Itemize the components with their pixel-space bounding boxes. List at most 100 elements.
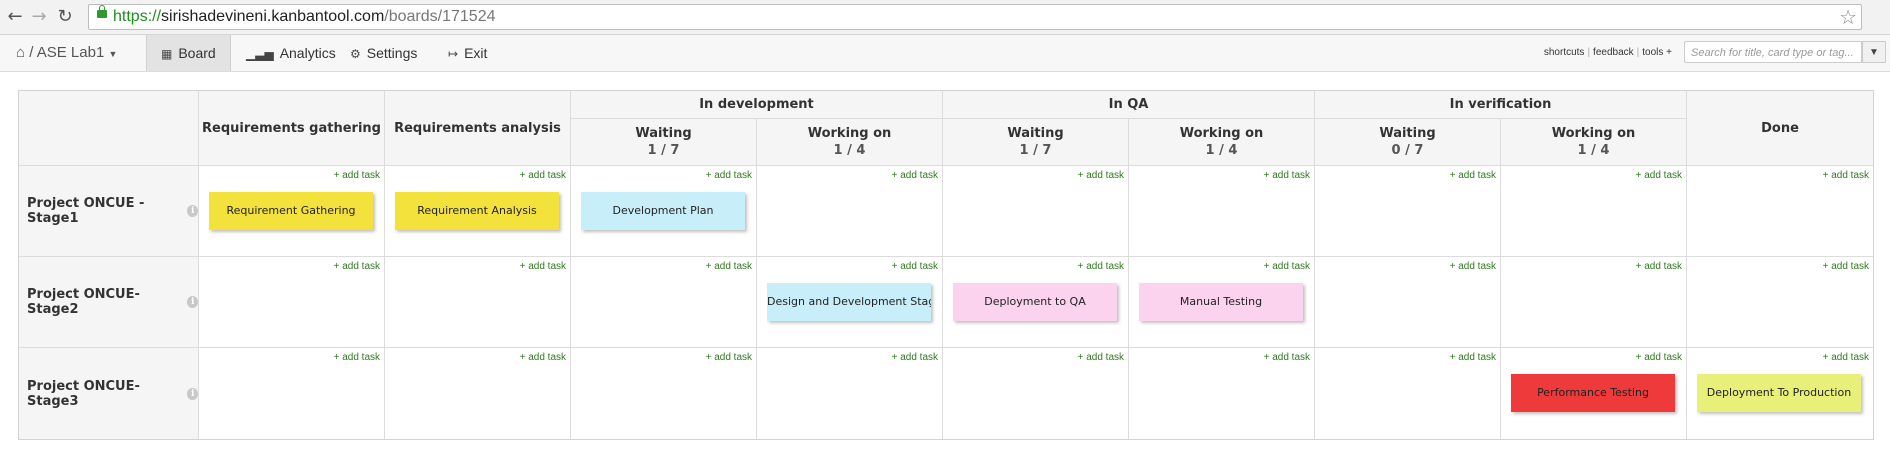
board-cell: + add task: [757, 348, 943, 439]
board-icon: ▦: [161, 47, 173, 61]
address-bar[interactable]: https://sirishadevineni.kanbantool.com/b…: [88, 4, 1862, 30]
add-task-link[interactable]: + add task: [1823, 261, 1869, 272]
corner-header: [19, 91, 199, 166]
tab-board[interactable]: ▦ Board: [146, 35, 231, 71]
add-task-link[interactable]: + add task: [334, 170, 380, 181]
add-task-link[interactable]: + add task: [334, 352, 380, 363]
exit-icon: ↦: [448, 47, 459, 61]
column-header-requirements-analysis[interactable]: Requirements analysis: [385, 91, 571, 166]
tab-settings[interactable]: ⚙ Settings: [336, 35, 431, 71]
tab-analytics[interactable]: ▁▃▅ Analytics: [232, 35, 350, 71]
add-task-link[interactable]: + add task: [1264, 261, 1310, 272]
info-icon[interactable]: i: [187, 296, 198, 308]
board-cell: + add task: [943, 348, 1129, 439]
column-group-in-qa[interactable]: In QA: [943, 91, 1315, 119]
filter-icon[interactable]: ▼: [1862, 41, 1886, 63]
board-cell: + add task: [571, 348, 757, 439]
board-cell: + add task: [1129, 348, 1315, 439]
add-task-link[interactable]: + add task: [1450, 261, 1496, 272]
card-deployment-to-qa[interactable]: Deployment to QA: [953, 283, 1117, 321]
feedback-link[interactable]: feedback: [1593, 47, 1634, 58]
home-icon: ⌂: [16, 44, 26, 61]
column-header-ver-waiting[interactable]: Waiting 0 / 7: [1315, 119, 1501, 166]
swimlane-label-stage3[interactable]: Project ONCUE- Stage3 i: [19, 348, 199, 439]
board-cell: + add task Development Plan: [571, 166, 757, 257]
add-task-link[interactable]: + add task: [520, 352, 566, 363]
add-task-link[interactable]: + add task: [706, 261, 752, 272]
caret-down-icon: ▼: [108, 49, 118, 59]
column-header-qa-working-on[interactable]: Working on 1 / 4: [1129, 119, 1315, 166]
column-group-in-verification[interactable]: In verification: [1315, 91, 1687, 119]
tab-exit[interactable]: ↦ Exit: [434, 35, 501, 71]
card-design-and-development-stage[interactable]: Design and Development Stage: [767, 283, 931, 321]
board-cell: + add task: [385, 348, 571, 439]
add-task-link[interactable]: + add task: [520, 261, 566, 272]
add-task-link[interactable]: + add task: [1636, 170, 1682, 181]
board-cell: + add task Design and Development Stage: [757, 257, 943, 348]
board-cell: + add task: [943, 166, 1129, 257]
info-icon[interactable]: i: [187, 387, 198, 400]
column-header-requirements-gathering[interactable]: Requirements gathering: [199, 91, 385, 166]
board-name: / ASE Lab1: [29, 44, 105, 61]
gear-icon: ⚙: [350, 47, 361, 61]
board-cell: + add task Deployment To Production: [1687, 348, 1873, 439]
board-cell: + add task: [1687, 257, 1873, 348]
add-task-link[interactable]: + add task: [1450, 170, 1496, 181]
add-task-link[interactable]: + add task: [892, 352, 938, 363]
swimlane-label-stage2[interactable]: Project ONCUE- Stage2 i: [19, 257, 199, 348]
board-cell: + add task: [199, 348, 385, 439]
board-cell: + add task: [1687, 166, 1873, 257]
add-task-link[interactable]: + add task: [892, 261, 938, 272]
shortcuts-link[interactable]: shortcuts: [1544, 47, 1585, 58]
url-text: https://sirishadevineni.kanbantool.com/b…: [113, 8, 496, 25]
add-task-link[interactable]: + add task: [1264, 352, 1310, 363]
card-development-plan[interactable]: Development Plan: [581, 192, 745, 230]
board-cell: + add task: [757, 166, 943, 257]
search-input[interactable]: Search for title, card type or tag...: [1684, 41, 1862, 63]
board-cell: + add task: [1315, 257, 1501, 348]
board-cell: + add task Requirement Gathering: [199, 166, 385, 257]
add-task-link[interactable]: + add task: [1636, 352, 1682, 363]
add-task-link[interactable]: + add task: [1264, 170, 1310, 181]
board-switcher[interactable]: ⌂ / ASE Lab1 ▼: [16, 44, 117, 61]
column-header-ver-working-on[interactable]: Working on 1 / 4: [1501, 119, 1687, 166]
card-manual-testing[interactable]: Manual Testing: [1139, 283, 1303, 321]
add-task-link[interactable]: + add task: [706, 170, 752, 181]
board-cell: + add task: [1129, 166, 1315, 257]
card-requirement-analysis[interactable]: Requirement Analysis: [395, 192, 559, 230]
swimlane-label-stage1[interactable]: Project ONCUE -Stage1 i: [19, 166, 199, 257]
utility-links: shortcuts | feedback | tools +: [1543, 47, 1672, 58]
add-task-link[interactable]: + add task: [520, 170, 566, 181]
card-deployment-to-production[interactable]: Deployment To Production: [1697, 374, 1861, 412]
add-task-link[interactable]: + add task: [1078, 352, 1124, 363]
add-task-link[interactable]: + add task: [1823, 352, 1869, 363]
board-cell: + add task: [1501, 166, 1687, 257]
info-icon[interactable]: i: [187, 205, 198, 217]
forward-arrow-icon[interactable]: →: [28, 6, 50, 28]
add-task-link[interactable]: + add task: [1450, 352, 1496, 363]
reload-icon[interactable]: ↻: [54, 6, 76, 28]
column-group-in-development[interactable]: In development: [571, 91, 943, 119]
column-header-done[interactable]: Done: [1687, 91, 1873, 166]
back-arrow-icon[interactable]: ←: [4, 6, 26, 28]
card-requirement-gathering[interactable]: Requirement Gathering: [209, 192, 373, 230]
board-cell: + add task: [571, 257, 757, 348]
lock-icon: [97, 5, 107, 18]
board-cell: + add task Deployment to QA: [943, 257, 1129, 348]
app-toolbar: ⌂ / ASE Lab1 ▼ ▦ Board ▁▃▅ Analytics ⚙ Sett…: [0, 35, 1890, 72]
board-cell: + add task Manual Testing: [1129, 257, 1315, 348]
card-performance-testing[interactable]: Performance Testing: [1511, 374, 1675, 412]
bars-icon: ▁▃▅: [246, 47, 274, 61]
add-task-link[interactable]: + add task: [1823, 170, 1869, 181]
add-task-link[interactable]: + add task: [892, 170, 938, 181]
column-header-dev-waiting[interactable]: Waiting 1 / 7: [571, 119, 757, 166]
add-task-link[interactable]: + add task: [706, 352, 752, 363]
bookmark-star-icon[interactable]: ☆: [1839, 5, 1857, 29]
column-header-qa-waiting[interactable]: Waiting 1 / 7: [943, 119, 1129, 166]
tools-link[interactable]: tools +: [1642, 47, 1672, 58]
add-task-link[interactable]: + add task: [1078, 170, 1124, 181]
add-task-link[interactable]: + add task: [1636, 261, 1682, 272]
column-header-dev-working-on[interactable]: Working on 1 / 4: [757, 119, 943, 166]
add-task-link[interactable]: + add task: [1078, 261, 1124, 272]
add-task-link[interactable]: + add task: [334, 261, 380, 272]
